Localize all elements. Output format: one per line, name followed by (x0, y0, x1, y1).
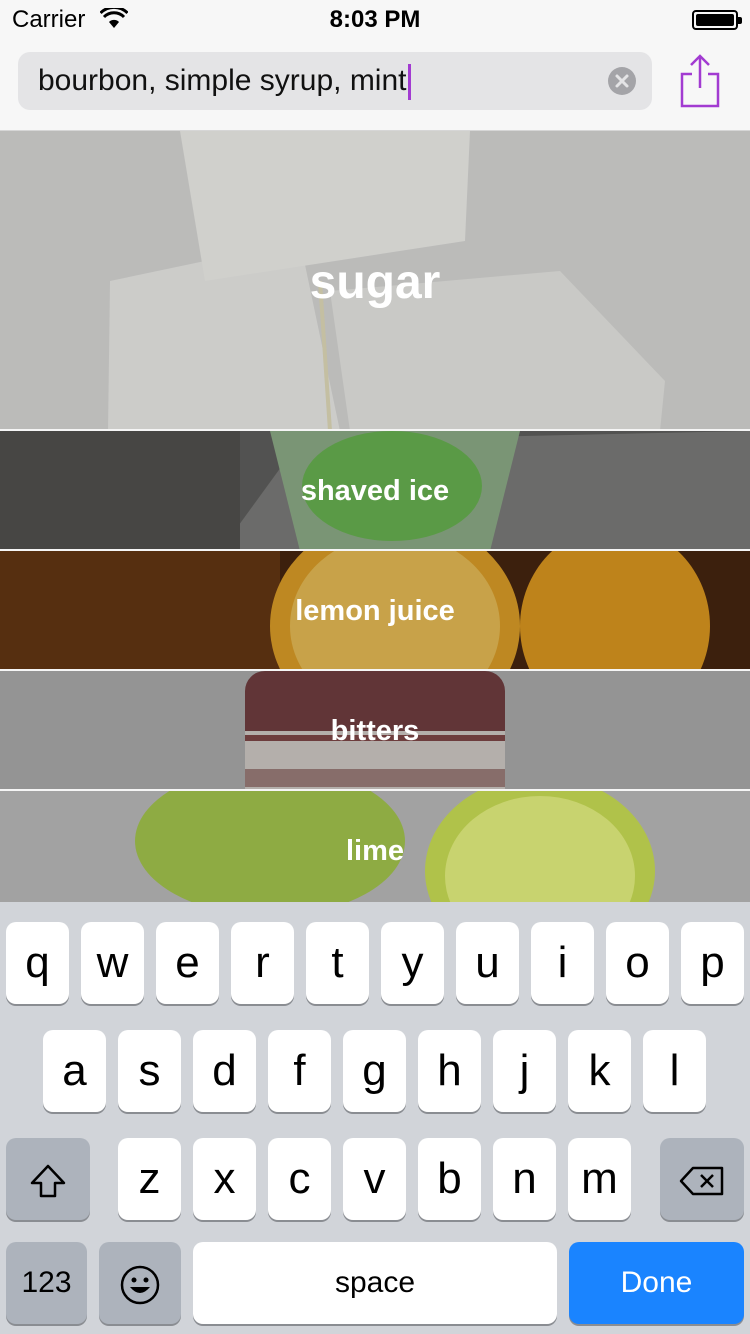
text-caret (407, 64, 411, 101)
key-p[interactable]: p (681, 922, 744, 1004)
ingredient-label: shaved ice (300, 475, 450, 507)
ingredient-row-bitters[interactable]: bitters (0, 671, 750, 791)
key-u[interactable]: u (456, 922, 519, 1004)
search-input[interactable]: bourbon, simple syrup, mint (38, 64, 407, 97)
key-f[interactable]: f (268, 1030, 331, 1112)
ingredient-row-shaved-ice[interactable]: shaved ice (0, 431, 750, 551)
ingredient-row-lime[interactable]: lime (0, 791, 750, 902)
key-i[interactable]: i (531, 922, 594, 1004)
key-l[interactable]: l (643, 1030, 706, 1112)
emoji-icon (119, 1258, 161, 1307)
emoji-key[interactable] (99, 1242, 181, 1324)
key-w[interactable]: w (81, 922, 144, 1004)
ingredient-list: sugar shaved ice lemon juice bitters lim… (0, 131, 750, 902)
key-y[interactable]: y (381, 922, 444, 1004)
delete-key[interactable] (660, 1138, 744, 1220)
key-e[interactable]: e (156, 922, 219, 1004)
key-k[interactable]: k (568, 1030, 631, 1112)
key-q[interactable]: q (6, 922, 69, 1004)
key-o[interactable]: o (606, 922, 669, 1004)
shift-icon (28, 1154, 68, 1203)
clock: 8:03 PM (329, 6, 421, 33)
clear-icon[interactable] (608, 67, 636, 95)
numbers-key[interactable]: 123 (6, 1242, 87, 1324)
key-n[interactable]: n (493, 1138, 556, 1220)
status-bar: Carrier 8:03 PM (0, 0, 750, 40)
space-key[interactable]: space (193, 1242, 557, 1324)
keyboard: q w e r t y u i o p a s d f g h j k l z … (0, 902, 750, 1334)
key-c[interactable]: c (268, 1138, 331, 1220)
ingredient-label: lime (345, 835, 405, 867)
key-a[interactable]: a (43, 1030, 106, 1112)
share-icon[interactable] (678, 54, 722, 108)
key-x[interactable]: x (193, 1138, 256, 1220)
key-b[interactable]: b (418, 1138, 481, 1220)
key-s[interactable]: s (118, 1030, 181, 1112)
search-field[interactable]: bourbon, simple syrup, mint (18, 52, 652, 110)
battery-icon (692, 10, 742, 30)
search-header: bourbon, simple syrup, mint (0, 40, 750, 131)
key-z[interactable]: z (118, 1138, 181, 1220)
ingredient-row-lemon-juice[interactable]: lemon juice (0, 551, 750, 671)
done-button[interactable]: Done (569, 1242, 744, 1324)
key-t[interactable]: t (306, 922, 369, 1004)
key-h[interactable]: h (418, 1030, 481, 1112)
key-m[interactable]: m (568, 1138, 631, 1220)
ingredient-row-sugar[interactable]: sugar (0, 131, 750, 431)
ingredient-label: sugar (309, 256, 441, 309)
shift-key[interactable] (6, 1138, 90, 1220)
ingredient-label: lemon juice (295, 595, 455, 627)
key-j[interactable]: j (493, 1030, 556, 1112)
key-v[interactable]: v (343, 1138, 406, 1220)
key-d[interactable]: d (193, 1030, 256, 1112)
ingredient-label: bitters (330, 715, 420, 747)
key-g[interactable]: g (343, 1030, 406, 1112)
backspace-icon (678, 1154, 726, 1203)
key-r[interactable]: r (231, 922, 294, 1004)
